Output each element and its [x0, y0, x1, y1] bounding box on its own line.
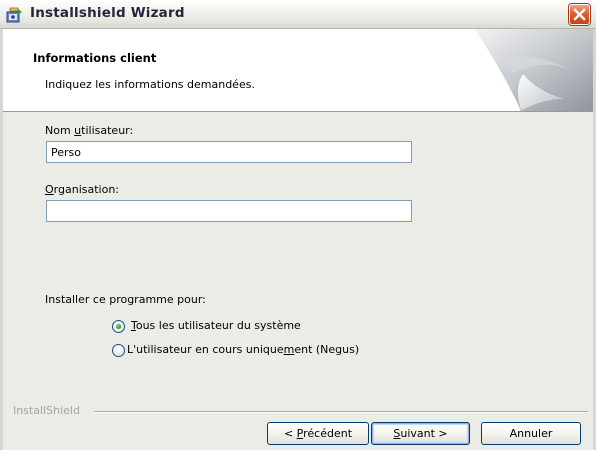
organization-input[interactable] — [46, 200, 412, 222]
header-banner: Informations client Indiquez les informa… — [3, 29, 593, 112]
footer-divider — [94, 411, 588, 413]
close-icon — [573, 8, 586, 21]
installer-icon — [5, 6, 23, 24]
banner-graphic — [475, 29, 593, 111]
page-title: Informations client — [33, 51, 157, 65]
organization-label: Organisation: — [45, 183, 120, 196]
radio-all-users-label[interactable]: Tous les utilisateur du système — [131, 319, 301, 332]
install-for-label: Installer ce programme pour: — [45, 293, 206, 306]
installshield-brand: InstallShield — [13, 404, 80, 417]
radio-current-user-label[interactable]: L'utilisateur en cours uniquement (Negus… — [127, 343, 359, 356]
title-bar[interactable]: Installshield Wizard — [0, 0, 596, 29]
username-label: Nom utilisateur: — [45, 124, 134, 137]
radio-current-user[interactable] — [112, 344, 125, 357]
page-subtitle: Indiquez les informations demandées. — [45, 78, 255, 91]
window-title: Installshield Wizard — [30, 5, 185, 21]
username-input[interactable] — [46, 141, 412, 163]
dialog-content: Nom utilisateur: Organisation: Installer… — [3, 112, 593, 450]
radio-all-users[interactable] — [112, 320, 125, 333]
back-button[interactable]: < Précédent — [267, 422, 369, 445]
next-button[interactable]: Suivant > — [371, 422, 470, 445]
close-button[interactable] — [569, 4, 590, 25]
cancel-button[interactable]: Annuler — [481, 422, 581, 445]
